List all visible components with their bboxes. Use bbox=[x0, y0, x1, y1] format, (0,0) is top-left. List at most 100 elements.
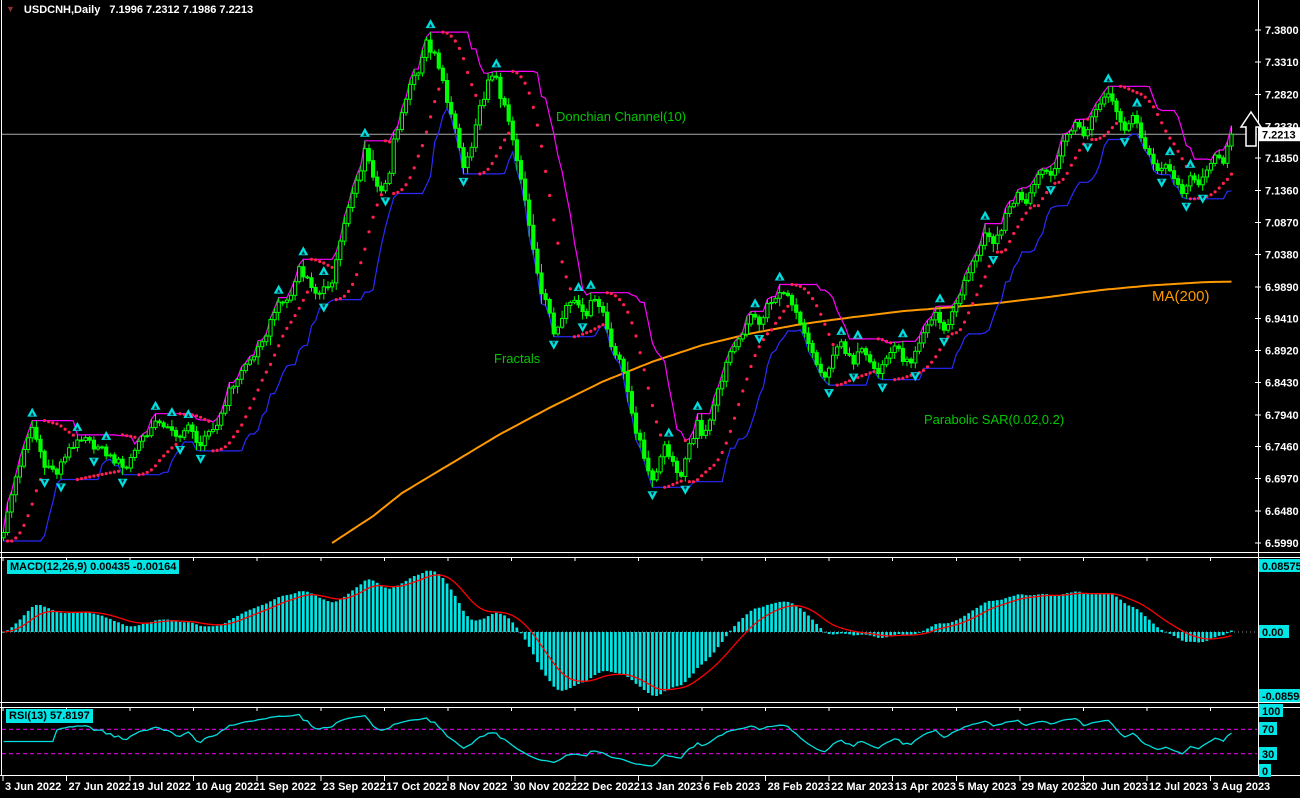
candle-body bbox=[532, 225, 535, 249]
macd-bar bbox=[15, 623, 18, 632]
sar-dot bbox=[417, 155, 420, 158]
date-label: 1 Sep 2022 bbox=[259, 781, 316, 793]
sar-dot bbox=[540, 145, 543, 148]
candle-body bbox=[335, 260, 338, 283]
candle-body bbox=[1012, 203, 1015, 207]
sar-dot bbox=[413, 166, 416, 169]
candle-body bbox=[1094, 110, 1097, 117]
candle-body bbox=[815, 353, 818, 365]
rsi-indicator-label[interactable]: RSI(13) 57.8197 bbox=[6, 709, 93, 723]
macd-bar bbox=[676, 632, 679, 686]
candle-body bbox=[6, 512, 9, 533]
macd-bar bbox=[766, 605, 769, 632]
candle-body bbox=[992, 237, 995, 244]
candle-body bbox=[359, 171, 362, 180]
candle-body bbox=[536, 249, 539, 273]
candle-body bbox=[519, 161, 522, 180]
macd-bar bbox=[376, 583, 379, 632]
macd-bar bbox=[109, 619, 112, 632]
sar-dot bbox=[1016, 225, 1019, 228]
macd-bar bbox=[216, 626, 219, 632]
candle-body bbox=[137, 441, 140, 450]
symbol-dropdown-icon[interactable]: ▼ bbox=[6, 5, 15, 15]
macd-bar bbox=[39, 605, 42, 632]
candle-body bbox=[318, 293, 321, 294]
sar-dot bbox=[179, 412, 182, 415]
sar-dot bbox=[203, 418, 206, 421]
sar-dot bbox=[376, 203, 379, 206]
candle-body bbox=[1160, 168, 1163, 170]
macd-bar bbox=[836, 632, 839, 634]
candle-body bbox=[1123, 122, 1126, 130]
candle-body bbox=[277, 302, 280, 312]
sar-dot bbox=[437, 88, 440, 91]
candle-body bbox=[967, 273, 970, 281]
macd-bar bbox=[1128, 606, 1131, 633]
rsi-axis[interactable]: 10070300 bbox=[1259, 704, 1283, 778]
sar-dot bbox=[466, 71, 469, 74]
sar-dot bbox=[984, 275, 987, 278]
macd-bar bbox=[922, 631, 925, 632]
sar-dot bbox=[1094, 138, 1097, 141]
sar-dot bbox=[1025, 212, 1028, 215]
sar-dot bbox=[622, 303, 625, 306]
macd-bar bbox=[347, 594, 350, 632]
sar-dot bbox=[211, 449, 214, 452]
sar-dot bbox=[602, 323, 605, 326]
candle-body bbox=[487, 80, 490, 99]
candle-body bbox=[659, 457, 662, 472]
candle-body bbox=[1127, 124, 1130, 131]
macd-bar bbox=[807, 616, 810, 633]
price-axis[interactable]: 7.38007.33107.28207.23307.18507.13607.08… bbox=[1241, 25, 1300, 550]
price-tick-label: 6.6480 bbox=[1265, 506, 1299, 518]
macd-bar bbox=[146, 623, 149, 632]
candle-body bbox=[959, 295, 962, 303]
sar-dot bbox=[675, 481, 678, 484]
macd-bar bbox=[996, 600, 999, 632]
macd-bar bbox=[1214, 632, 1217, 637]
candle-body bbox=[1008, 207, 1011, 214]
candle-body bbox=[811, 344, 814, 353]
macd-bar bbox=[1029, 595, 1032, 632]
macd-bar bbox=[852, 632, 855, 635]
macd-bar bbox=[343, 597, 346, 632]
sar-dot bbox=[901, 377, 904, 380]
macd-bar bbox=[1049, 595, 1052, 632]
candle-body bbox=[491, 76, 494, 80]
sar-dot bbox=[314, 258, 317, 261]
macd-bar bbox=[955, 620, 958, 632]
macd-bar bbox=[803, 612, 806, 632]
macd-bar bbox=[824, 632, 827, 633]
sar-dot bbox=[248, 407, 251, 410]
sar-dot bbox=[577, 334, 580, 337]
candle-body bbox=[819, 364, 822, 372]
sar-dot bbox=[951, 332, 954, 335]
candle-body bbox=[827, 368, 830, 377]
candle-body bbox=[1193, 176, 1196, 180]
macd-bar bbox=[475, 621, 478, 633]
sar-dot bbox=[236, 430, 239, 433]
psar-dots bbox=[6, 30, 1233, 542]
candle-body bbox=[782, 293, 785, 294]
candle-body bbox=[955, 303, 958, 311]
candle-body bbox=[64, 457, 67, 462]
candle-body bbox=[1041, 170, 1044, 174]
candle-body bbox=[199, 443, 202, 446]
macd-bar bbox=[245, 612, 248, 633]
sar-dot bbox=[384, 139, 387, 142]
macd-axis[interactable]: 0.085750.00-0.08596 bbox=[1259, 559, 1300, 703]
sar-dot bbox=[1160, 121, 1163, 124]
macd-bar bbox=[392, 587, 395, 632]
candle-body bbox=[211, 430, 214, 432]
candle-body bbox=[1037, 174, 1040, 184]
candle-body bbox=[511, 121, 514, 140]
macd-bar bbox=[1152, 624, 1155, 633]
trading-chart-window: 7.38007.33107.28207.23307.18507.13607.08… bbox=[0, 0, 1300, 798]
candle-body bbox=[721, 381, 724, 389]
sar-dot bbox=[474, 94, 477, 97]
macd-indicator-label[interactable]: MACD(12,26,9) 0.00435 -0.00164 bbox=[7, 560, 179, 574]
macd-bar bbox=[976, 608, 979, 632]
candle-body bbox=[515, 140, 518, 161]
candle-body bbox=[96, 447, 99, 449]
macd-bar bbox=[125, 626, 128, 632]
